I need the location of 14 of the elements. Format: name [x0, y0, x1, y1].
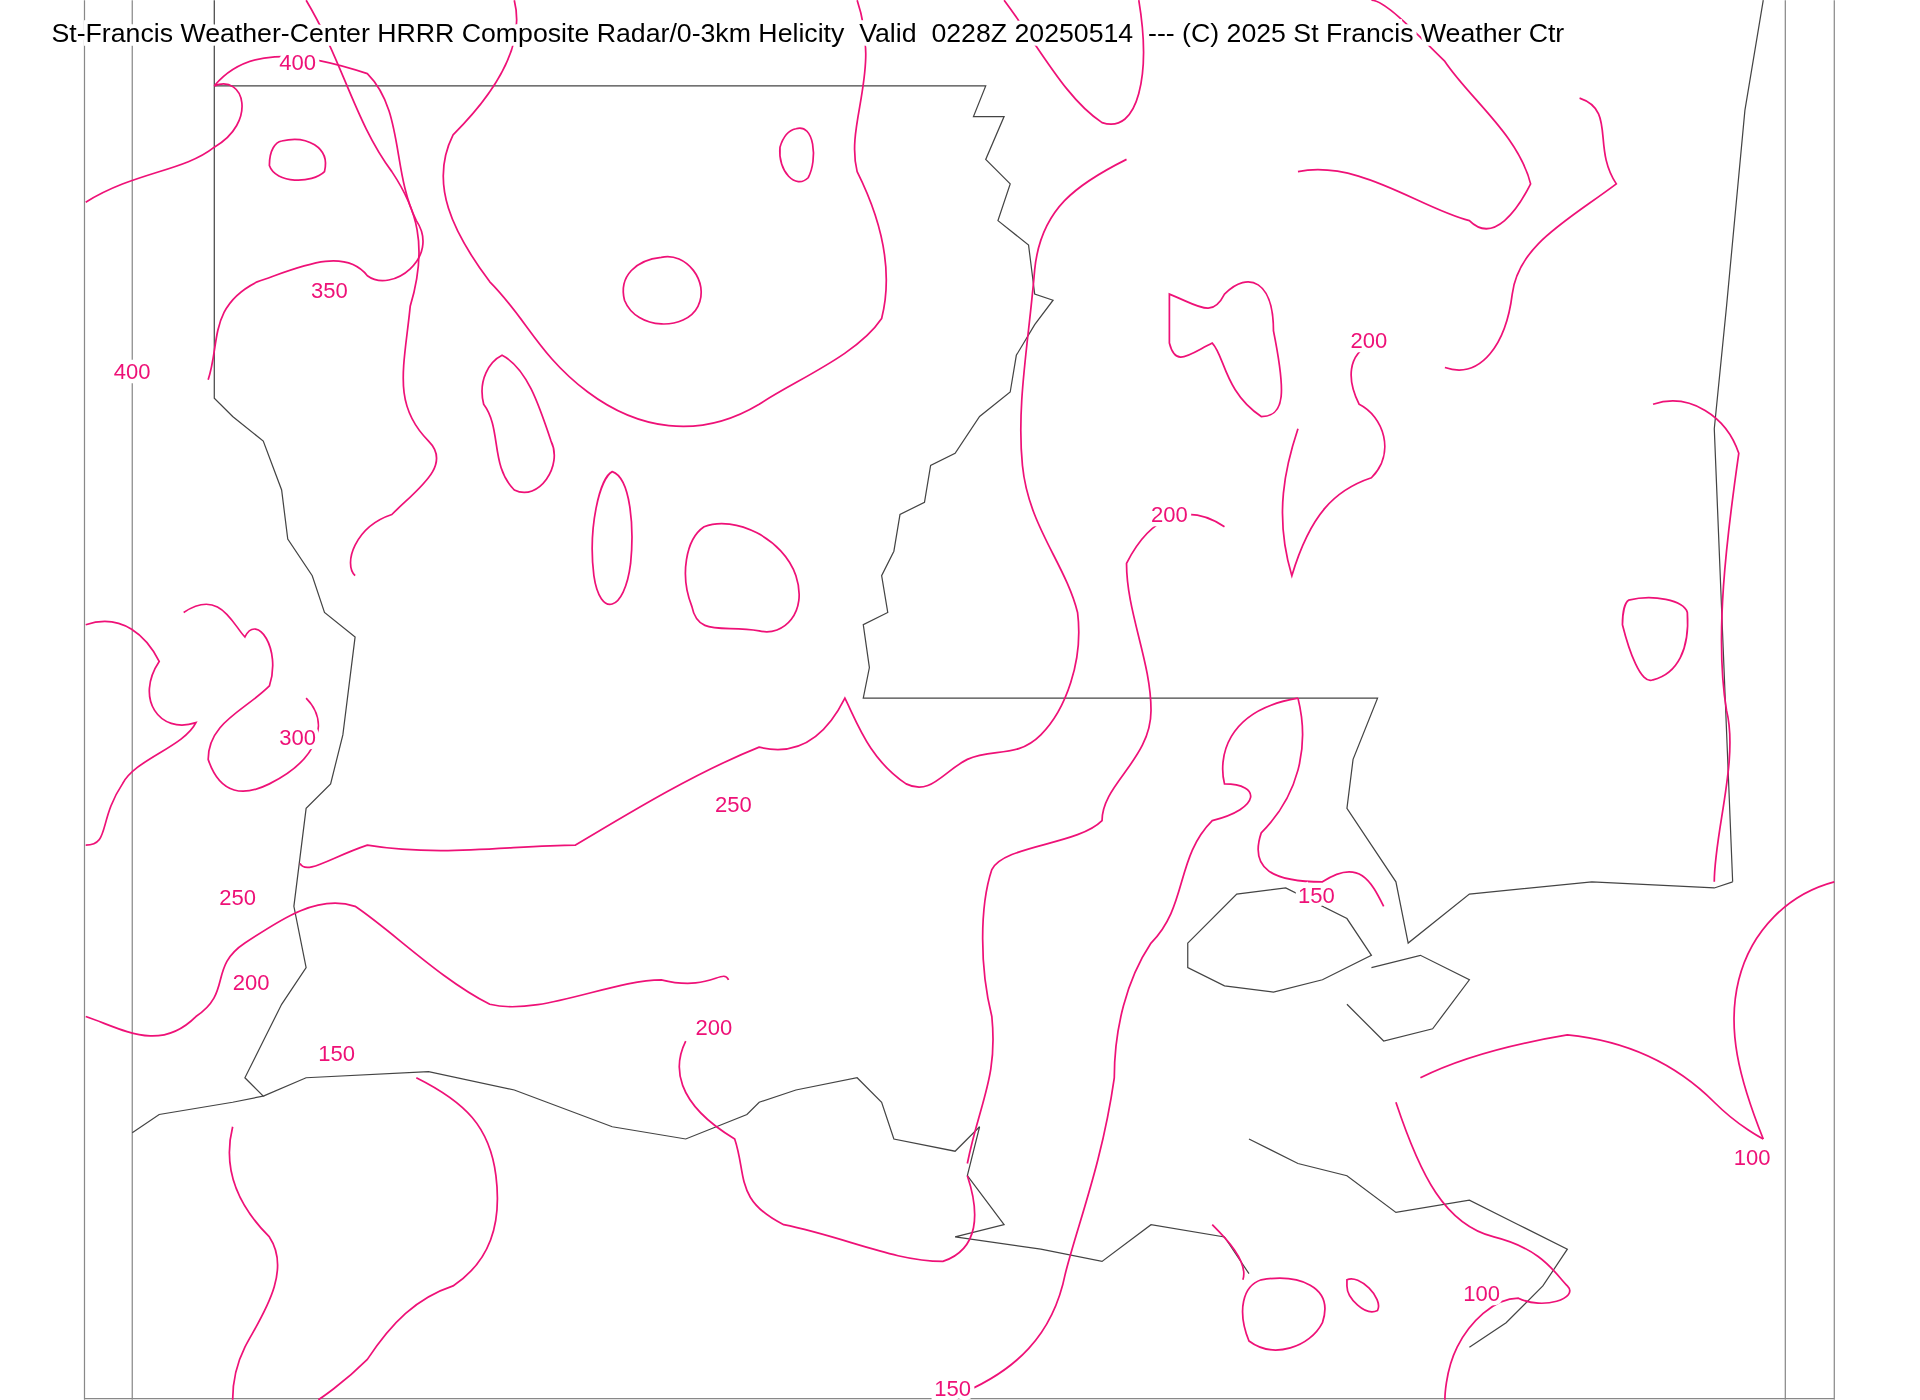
- contour-label: 350: [311, 277, 348, 303]
- contour-label: 200: [695, 1014, 733, 1040]
- contour-label: 200: [232, 969, 270, 995]
- contour-label: 200: [1350, 327, 1388, 353]
- contour-label: 150: [318, 1040, 356, 1066]
- contour-label: 400: [279, 50, 316, 75]
- contour-label: 150: [934, 1376, 972, 1400]
- contour-label: 250: [715, 792, 752, 818]
- contour-label: 250: [219, 885, 256, 911]
- contour-label: 100: [1733, 1144, 1771, 1170]
- contour-label: 150: [1297, 882, 1335, 908]
- contour-label: 300: [279, 724, 316, 750]
- contour-label: 100: [1463, 1280, 1500, 1306]
- contour-label: 400: [113, 358, 151, 384]
